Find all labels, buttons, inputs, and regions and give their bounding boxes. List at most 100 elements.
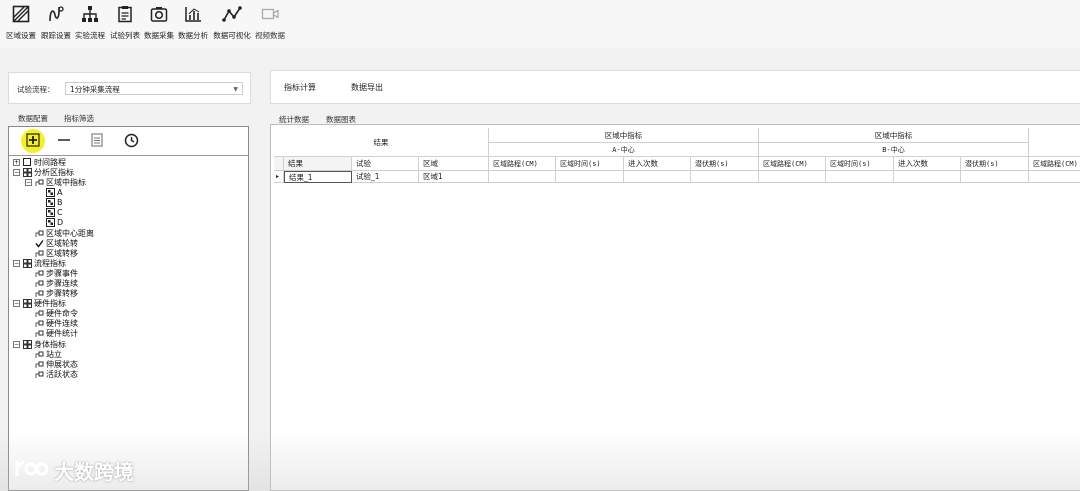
tree-node[interactable]: 硬件连续: [34, 318, 78, 328]
row-indicator-icon: ▸: [274, 171, 284, 183]
minus-icon: [57, 133, 71, 149]
table-cell[interactable]: [556, 171, 624, 183]
toolbar-data-visualization-button[interactable]: 数据可视化: [210, 4, 254, 44]
collapse-icon[interactable]: −: [13, 299, 20, 307]
tree-node[interactable]: − 分析区指标: [13, 167, 74, 177]
collapse-icon[interactable]: −: [13, 168, 20, 176]
tree-node[interactable]: 站立: [34, 349, 62, 359]
document-icon: [90, 133, 104, 149]
clipboard-list-icon: [115, 4, 135, 24]
tree-node-label: B: [57, 197, 63, 207]
tree-node[interactable]: 步骤转移: [34, 288, 78, 298]
tree-node[interactable]: C: [45, 207, 63, 217]
watermark-logo-icon: [14, 457, 49, 484]
column-header[interactable]: 区域时间(s): [556, 157, 624, 171]
table-cell[interactable]: 结果_1: [284, 171, 352, 183]
flow-select-value: 1分钟采集流程: [70, 85, 120, 94]
tab-metric-calc[interactable]: 指标计算: [284, 82, 316, 93]
add-icon: [26, 133, 40, 149]
leaf-icon: [34, 289, 44, 298]
tree-node[interactable]: 硬件命令: [34, 308, 78, 318]
toolbar-data-analysis-button[interactable]: 数据分析: [176, 4, 210, 44]
column-header[interactable]: 区域路程(CM): [759, 157, 826, 171]
toolbar-label: 区域设置: [6, 31, 36, 40]
toolbar-track-settings-button[interactable]: 跟踪设置: [39, 4, 73, 44]
column-header[interactable]: 潜伏期(s): [961, 157, 1029, 171]
leaf-icon: [34, 350, 44, 359]
tree-node[interactable]: 区域中心距离: [34, 228, 94, 238]
tree-node[interactable]: 步骤事件: [34, 268, 78, 278]
toolbar-label: 数据分析: [178, 31, 208, 40]
flow-tree-icon: [80, 4, 100, 24]
video-icon: [260, 4, 280, 24]
tab-data-export[interactable]: 数据导出: [351, 82, 383, 93]
remove-button[interactable]: [54, 131, 74, 151]
checkbox-icon[interactable]: [22, 158, 32, 167]
column-header[interactable]: 潜伏期(s): [691, 157, 759, 171]
toolbar-video-data-button[interactable]: 视频数据: [253, 4, 287, 44]
leaf-icon: [34, 269, 44, 278]
tree-node[interactable]: 硬件统计: [34, 328, 78, 338]
flow-label: 试验流程：: [17, 85, 55, 94]
tab-data-config[interactable]: 数据配置: [18, 113, 48, 124]
tree-node[interactable]: − 硬件指标: [13, 298, 66, 308]
tree-node[interactable]: 区域转移: [34, 248, 78, 258]
table-cell[interactable]: 试验_1: [352, 171, 419, 183]
expand-icon[interactable]: +: [13, 158, 20, 166]
clock-icon: [124, 133, 139, 150]
tree-node-label: C: [57, 207, 63, 217]
toolbar-label: 数据可视化: [213, 31, 251, 40]
leaf-icon: [34, 279, 44, 288]
add-button[interactable]: [21, 129, 45, 153]
tree-node[interactable]: − 身体指标: [13, 339, 66, 349]
column-header[interactable]: 区域路程(CM): [1029, 157, 1080, 171]
region-icon: [45, 217, 55, 227]
toolbar-area-settings-button[interactable]: 区域设置: [5, 4, 37, 44]
table-cell[interactable]: [624, 171, 691, 183]
table-cell[interactable]: [759, 171, 826, 183]
grid-icon: [22, 339, 32, 349]
leaf-icon: [34, 178, 44, 187]
properties-button[interactable]: [87, 131, 107, 151]
column-header[interactable]: 进入次数: [624, 157, 691, 171]
column-header[interactable]: 区域: [419, 157, 489, 171]
collapse-icon[interactable]: −: [13, 340, 20, 348]
tree-node[interactable]: 活跃状态: [34, 369, 78, 379]
tree-node[interactable]: 伸展状态: [34, 359, 78, 369]
collapse-icon[interactable]: −: [13, 259, 20, 267]
column-header[interactable]: 进入次数: [894, 157, 961, 171]
column-header[interactable]: 区域路程(CM): [489, 157, 556, 171]
table-cell[interactable]: [826, 171, 894, 183]
check-icon[interactable]: [34, 239, 44, 248]
table-cell[interactable]: [1029, 171, 1080, 183]
leaf-icon: [34, 370, 44, 379]
toolbar-experiment-flow-button[interactable]: 实验流程: [73, 4, 107, 44]
toolbar-label: 试验列表: [110, 31, 140, 40]
tree-node[interactable]: − 区域中指标: [25, 177, 86, 187]
leaf-icon: [34, 319, 44, 328]
toolbar-data-collection-button[interactable]: 数据采集: [142, 4, 176, 44]
leaf-icon: [34, 249, 44, 258]
track-icon: [46, 4, 66, 24]
table-cell[interactable]: 区域1: [419, 171, 489, 183]
tab-metric-filter[interactable]: 指标筛选: [64, 113, 94, 124]
column-header[interactable]: 区域时间(s): [826, 157, 894, 171]
tree-node[interactable]: A: [45, 187, 62, 197]
collapse-icon[interactable]: −: [25, 178, 32, 186]
table-cell[interactable]: [894, 171, 961, 183]
tree-node[interactable]: 步骤连续: [34, 278, 78, 288]
tree-node[interactable]: + 时间路程: [13, 157, 66, 167]
tree-node[interactable]: 区域轮转: [34, 238, 78, 248]
column-header[interactable]: 试验: [352, 157, 419, 171]
toolbar-trial-list-button[interactable]: 试验列表: [108, 4, 142, 44]
column-header[interactable]: 结果: [284, 157, 352, 171]
region-icon: [45, 207, 55, 217]
tree-node[interactable]: − 流程指标: [13, 258, 66, 268]
flow-select[interactable]: 1分钟采集流程 ▼: [65, 82, 243, 95]
tree-node[interactable]: D: [45, 217, 63, 227]
table-cell[interactable]: [691, 171, 759, 183]
table-cell[interactable]: [961, 171, 1029, 183]
table-cell[interactable]: [489, 171, 556, 183]
tree-node[interactable]: B: [45, 197, 63, 207]
history-button[interactable]: [121, 131, 141, 151]
